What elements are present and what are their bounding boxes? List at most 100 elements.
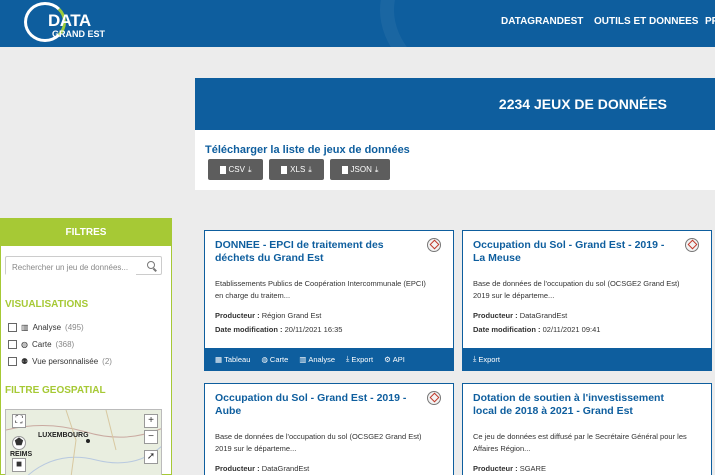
dataset-producer: Producteur : DataGrandEst xyxy=(215,464,309,473)
map-label-reims: REIMS xyxy=(10,451,33,458)
action-export[interactable]: ⤓ Export xyxy=(346,354,373,364)
action-carte[interactable]: ◍ Carte xyxy=(261,355,288,364)
visualisations-title: VISUALISATIONS xyxy=(5,299,89,310)
bar-chart-icon: ▥ xyxy=(299,354,307,364)
download-icon: ⤓ xyxy=(346,354,350,363)
dataset-title[interactable]: Occupation du Sol - Grand Est - 2019 - A… xyxy=(215,392,415,418)
download-csv-label: CSV xyxy=(228,165,245,174)
filter-analyse-count: (495) xyxy=(65,323,84,332)
logo-text-top: DATA xyxy=(48,11,91,30)
action-analyse-label: Analyse xyxy=(308,354,336,364)
analyse-checkbox[interactable] xyxy=(8,323,17,332)
dataset-search[interactable] xyxy=(5,256,162,276)
action-export-label: Export xyxy=(478,354,501,364)
dataset-count: 2234 JEUX DE DONNÉES xyxy=(498,96,667,112)
action-carte-label: Carte xyxy=(269,354,289,364)
download-csv-button[interactable]: CSV ⤓ xyxy=(208,159,263,180)
dataset-title[interactable]: Occupation du Sol - Grand Est - 2019 - L… xyxy=(473,239,673,265)
action-api[interactable]: ⚙ API xyxy=(384,355,405,364)
fullscreen-icon[interactable]: ⛶ xyxy=(12,414,26,428)
filter-carte-label: Carte xyxy=(31,340,52,349)
dataset-description: Etablissements Publics de Coopération In… xyxy=(215,279,426,300)
locate-icon[interactable]: ➚ xyxy=(144,450,158,464)
dataset-card[interactable]: DONNEE - EPCI de traitement des déchets … xyxy=(204,230,454,371)
date-value: 02/11/2021 09:41 xyxy=(542,325,601,334)
zoom-in-button[interactable]: + xyxy=(144,414,158,428)
download-list-title: Télécharger la liste de jeux de données xyxy=(205,144,410,156)
download-icon: ⤓ xyxy=(374,164,379,174)
dataset-count-banner: 2234 JEUX DE DONNÉES xyxy=(195,78,715,130)
top-bar: DATA GRAND EST DATAGRANDEST OUTILS ET DO… xyxy=(0,0,715,47)
file-icon xyxy=(219,165,226,174)
people-icon: ⚉ xyxy=(21,357,29,366)
dataset-title[interactable]: DONNEE - EPCI de traitement des déchets … xyxy=(215,239,415,265)
producer-logo-icon xyxy=(685,238,699,252)
draw-square-icon[interactable]: ■ xyxy=(12,458,26,472)
filter-vue-personnalisee-count: (2) xyxy=(102,357,112,366)
dataset-card[interactable]: Dotation de soutien à l'investissement l… xyxy=(462,383,712,475)
producer-label: Producteur : xyxy=(473,311,518,320)
dataset-title[interactable]: Dotation de soutien à l'investissement l… xyxy=(473,392,673,418)
geo-filter-title: FILTRE GEOSPATIAL xyxy=(5,385,106,396)
producer-label: Producteur : xyxy=(473,464,518,473)
producer-value: SGARE xyxy=(519,464,546,473)
download-xls-label: XLS xyxy=(290,165,306,174)
dataset-producer: Producteur : DataGrandEst xyxy=(473,311,567,320)
dataset-actions: ⤓ Export xyxy=(463,348,711,370)
geo-filter-map[interactable]: ⛶ + − ➚ ⬟ ■ LUXEMBOURG REIMS xyxy=(5,409,162,475)
filter-carte-count: (368) xyxy=(55,340,75,349)
filter-carte[interactable]: ◍ Carte (368) xyxy=(8,340,74,349)
nav-datagrandest[interactable]: DATAGRANDEST xyxy=(501,16,583,27)
date-label: Date modification : xyxy=(215,325,283,334)
producer-logo-icon xyxy=(427,391,441,405)
date-label: Date modification : xyxy=(473,325,541,334)
draw-polygon-icon[interactable]: ⬟ xyxy=(12,436,26,450)
filter-vue-personnalisee-label: Vue personnalisée xyxy=(32,357,99,366)
action-api-label: API xyxy=(392,354,405,364)
map-point xyxy=(86,439,90,443)
producer-value: Région Grand Est xyxy=(261,311,322,320)
vue-personnalisee-checkbox[interactable] xyxy=(8,357,17,366)
dataset-producer: Producteur : Région Grand Est xyxy=(215,311,321,320)
dataset-date: Date modification : 02/11/2021 09:41 xyxy=(473,325,600,334)
map-terrain xyxy=(6,410,161,475)
map-label-luxembourg: LUXEMBOURG xyxy=(38,432,89,439)
producer-label: Producteur : xyxy=(215,464,260,473)
globe-icon: ◍ xyxy=(261,354,268,364)
download-json-button[interactable]: JSON ⤓ xyxy=(330,159,390,180)
search-icon[interactable] xyxy=(147,261,155,269)
producer-logo-icon xyxy=(427,238,441,252)
action-export[interactable]: ⤓ Export xyxy=(473,354,500,364)
filters-title: FILTRES xyxy=(1,219,171,246)
action-tableau-label: Tableau xyxy=(224,354,251,364)
nav-outils-donnees[interactable]: OUTILS ET DONNEES xyxy=(594,16,698,27)
dataset-actions: ▦ Tableau ◍ Carte ▥ Analyse ⤓ Export ⚙ API xyxy=(205,348,453,370)
globe-icon: ◍ xyxy=(21,340,28,349)
dataset-producer: Producteur : SGARE xyxy=(473,464,546,473)
nav-more[interactable]: PR xyxy=(705,16,715,27)
producer-label: Producteur : xyxy=(215,311,260,320)
carte-checkbox[interactable] xyxy=(8,340,17,349)
filter-vue-personnalisee[interactable]: ⚉ Vue personnalisée (2) xyxy=(8,357,112,366)
gears-icon: ⚙ xyxy=(384,354,391,364)
action-export-label: Export xyxy=(351,354,374,364)
dataset-description: Base de données de l'occupation du sol (… xyxy=(473,279,680,300)
download-list-panel: Télécharger la liste de jeux de données … xyxy=(195,130,715,190)
producer-value: DataGrandEst xyxy=(261,464,310,473)
bar-chart-icon: ▥ xyxy=(21,323,29,332)
table-icon: ▦ xyxy=(215,354,223,364)
file-icon xyxy=(281,165,288,174)
zoom-out-button[interactable]: − xyxy=(144,430,158,444)
dataset-card[interactable]: Occupation du Sol - Grand Est - 2019 - L… xyxy=(462,230,712,371)
dataset-description: Ce jeu de données est diffusé par le Sec… xyxy=(473,432,687,453)
file-icon xyxy=(341,165,348,174)
site-logo[interactable]: DATA GRAND EST xyxy=(24,2,114,42)
dataset-card[interactable]: Occupation du Sol - Grand Est - 2019 - A… xyxy=(204,383,454,475)
download-xls-button[interactable]: XLS ⤓ xyxy=(269,159,324,180)
filter-analyse[interactable]: ▥ Analyse (495) xyxy=(8,323,84,332)
dataset-search-input[interactable] xyxy=(6,259,136,276)
filter-analyse-label: Analyse xyxy=(32,323,62,332)
action-analyse[interactable]: ▥ Analyse xyxy=(299,355,335,364)
action-tableau[interactable]: ▦ Tableau xyxy=(215,355,250,364)
filters-panel: FILTRES VISUALISATIONS ▥ Analyse (495) ◍… xyxy=(0,218,172,475)
